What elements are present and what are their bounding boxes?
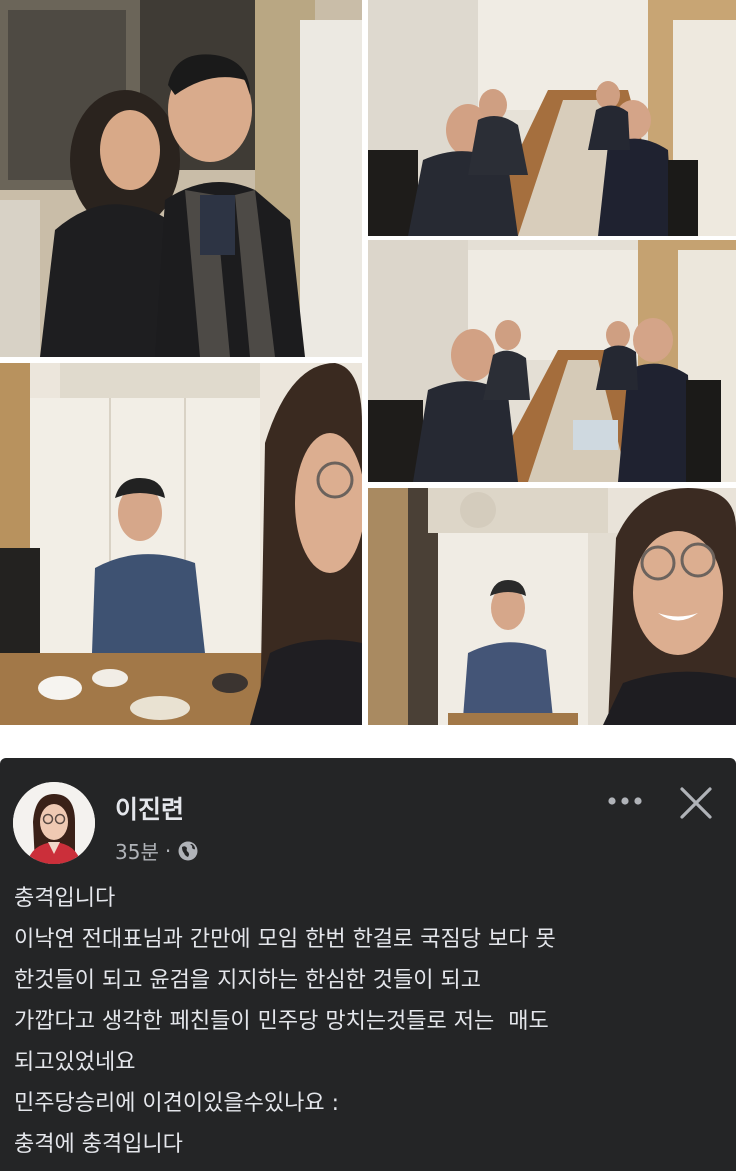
photo-selfie-with-man[interactable] — [368, 488, 736, 725]
post-text-line: 한것들이 되고 윤검을 지지하는 한심한 것들이 되고 — [14, 968, 482, 993]
author-avatar[interactable] — [13, 782, 95, 864]
close-button[interactable] — [675, 782, 717, 824]
photo-selfie-at-table[interactable] — [0, 363, 362, 725]
photo-two-people[interactable] — [0, 0, 362, 357]
more-horizontal-icon — [603, 797, 647, 820]
post-timestamp[interactable]: 35분 — [115, 836, 159, 865]
post-text-line: 민주당승리에 이견이있을수있나요 : — [14, 1091, 339, 1116]
post-text-line: 충격입니다 — [14, 886, 116, 911]
meta-separator: · — [164, 838, 172, 863]
post-text-line: 충격에 충격입니다 — [14, 1132, 183, 1157]
author-name[interactable]: 이진련 — [115, 790, 184, 826]
post-text: 충격입니다 이낙연 전대표님과 간만에 모임 한번 한걸로 국짐당 보다 못 한… — [14, 878, 726, 1165]
facebook-post-card: 이진련 35분 · 충격입니다 이낙연 전대표님과 간만에 모임 한번 한걸로 … — [0, 758, 736, 1171]
globe-icon[interactable] — [177, 840, 199, 862]
photo-collage — [0, 0, 740, 728]
photo-dinner-table-group-2[interactable] — [368, 240, 736, 482]
photo-dinner-table-group[interactable] — [368, 0, 736, 236]
post-text-line: 되고있었네요 — [14, 1050, 136, 1075]
post-text-line: 가깝다고 생각한 페친들이 민주당 망치는것들로 저는 매도 — [14, 1009, 549, 1034]
more-options-button[interactable] — [603, 786, 647, 816]
post-text-line: 이낙연 전대표님과 간만에 모임 한번 한걸로 국짐당 보다 못 — [14, 927, 556, 952]
post-meta: 35분 · — [115, 836, 199, 865]
close-icon — [675, 787, 717, 828]
